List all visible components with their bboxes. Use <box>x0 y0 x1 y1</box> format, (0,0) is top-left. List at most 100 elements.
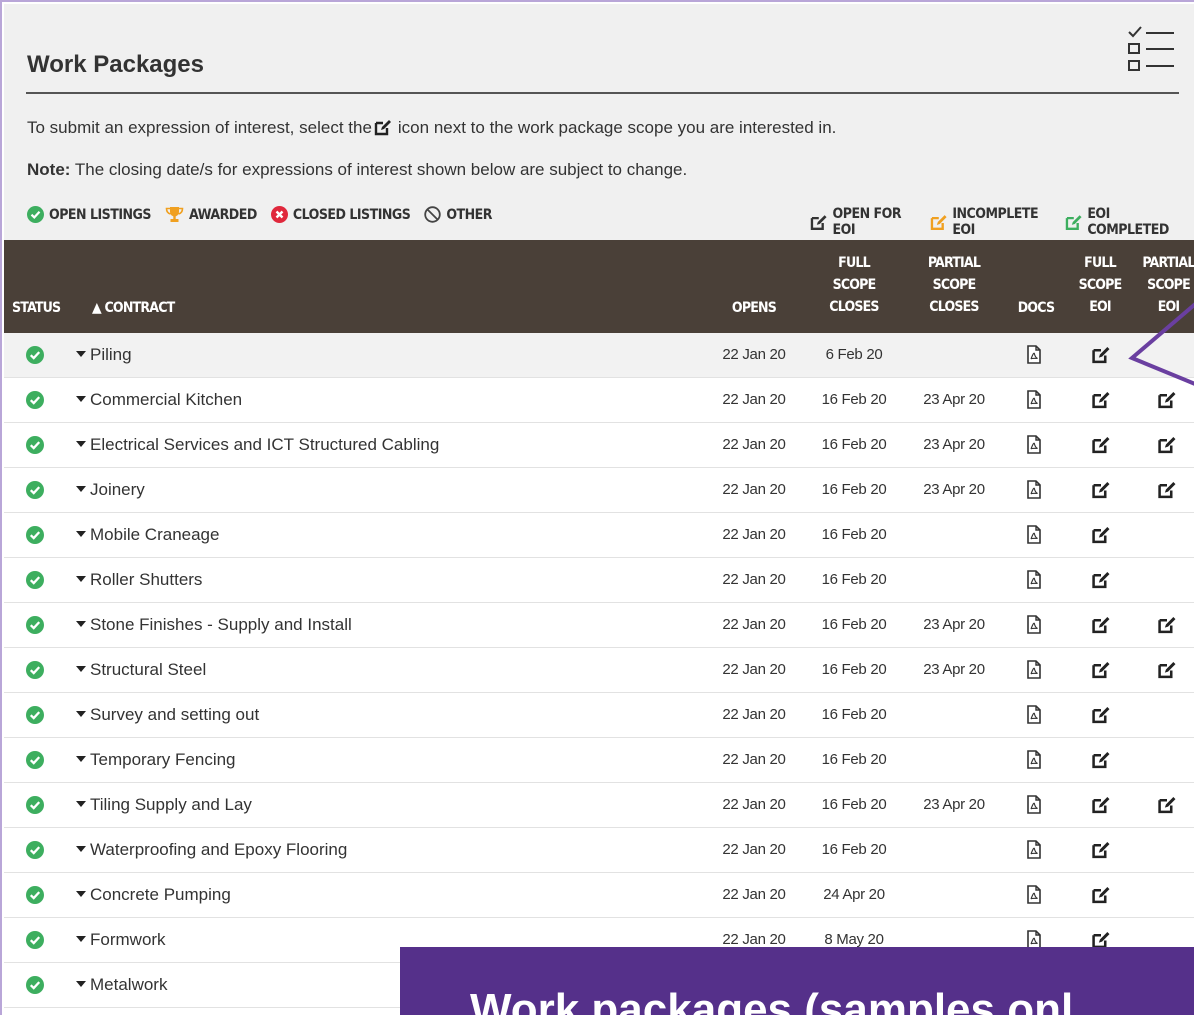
check-circle-icon <box>26 976 44 994</box>
docs-pdf-button[interactable] <box>1026 840 1042 864</box>
pdf-icon <box>1027 750 1041 769</box>
docs-pdf-button[interactable] <box>1026 570 1042 594</box>
caret-down-icon[interactable] <box>76 531 86 537</box>
partial-scope-eoi-button[interactable] <box>1157 796 1177 819</box>
caret-down-icon[interactable] <box>76 891 86 897</box>
caret-down-icon[interactable] <box>76 441 86 447</box>
full-scope-eoi-button[interactable] <box>1091 886 1111 909</box>
legend-open-listings[interactable]: OPEN LISTINGS <box>27 206 151 223</box>
legend-awarded[interactable]: AWARDED <box>165 206 257 223</box>
status-open-icon <box>26 706 44 729</box>
table-row[interactable]: Commercial Kitchen 22 Jan 20 16 Feb 20 23 A… <box>4 378 1194 423</box>
contract-name[interactable]: Metalwork <box>90 975 167 995</box>
contract-name[interactable]: Mobile Craneage <box>90 525 219 545</box>
checklist-icon[interactable] <box>1124 24 1176 76</box>
contract-name[interactable]: Electrical Services and ICT Structured C… <box>90 435 439 455</box>
contract-name[interactable]: Formwork <box>90 930 166 950</box>
col-status[interactable]: STATUS <box>12 297 61 319</box>
contract-name[interactable]: Tiling Supply and Lay <box>90 795 252 815</box>
docs-pdf-button[interactable] <box>1026 705 1042 729</box>
full-scope-eoi-button[interactable] <box>1091 616 1111 639</box>
caret-down-icon[interactable] <box>76 486 86 492</box>
legend-incomplete-eoi[interactable]: INCOMPLETE EOI <box>930 206 1051 238</box>
docs-pdf-button[interactable] <box>1026 615 1042 639</box>
caret-down-icon[interactable] <box>76 576 86 582</box>
full-scope-eoi-button[interactable] <box>1091 751 1111 774</box>
partial-scope-eoi-button[interactable] <box>1157 481 1177 504</box>
full-scope-eoi-button[interactable] <box>1091 706 1111 729</box>
legend-open-for-eoi[interactable]: OPEN FOR EOI <box>810 206 916 238</box>
docs-pdf-button[interactable] <box>1026 660 1042 684</box>
col-contract[interactable]: ▲ CONTRACT <box>92 297 175 319</box>
partial-scope-eoi-button[interactable] <box>1157 436 1177 459</box>
table-row[interactable]: Electrical Services and ICT Structured C… <box>4 423 1194 468</box>
caret-down-icon[interactable] <box>76 621 86 627</box>
contract-name[interactable]: Structural Steel <box>90 660 206 680</box>
caret-down-icon[interactable] <box>76 711 86 717</box>
partial-scope-eoi-button[interactable] <box>1157 661 1177 684</box>
contract-name[interactable]: Stone Finishes - Supply and Install <box>90 615 352 635</box>
docs-pdf-button[interactable] <box>1026 345 1042 369</box>
table-row[interactable]: Tiling Supply and Lay 22 Jan 20 16 Feb 20 2… <box>4 783 1194 828</box>
contract-name[interactable]: Roller Shutters <box>90 570 202 590</box>
docs-pdf-button[interactable] <box>1026 390 1042 414</box>
docs-pdf-button[interactable] <box>1026 480 1042 504</box>
full-scope-eoi-button[interactable] <box>1091 841 1111 864</box>
partial-scope-closes-date: 23 Apr 20 <box>923 616 985 633</box>
pdf-icon <box>1027 345 1041 364</box>
caret-down-icon[interactable] <box>76 981 86 987</box>
col-full-scope-eoi[interactable]: FULL SCOPE EOI <box>1075 252 1125 318</box>
full-scope-eoi-button[interactable] <box>1091 346 1111 369</box>
table-row[interactable]: Roller Shutters 22 Jan 20 16 Feb 20 <box>4 558 1194 603</box>
full-scope-eoi-button[interactable] <box>1091 391 1111 414</box>
caret-down-icon[interactable] <box>76 351 86 357</box>
docs-pdf-button[interactable] <box>1026 885 1042 909</box>
table-row[interactable]: Survey and setting out 22 Jan 20 16 Feb 20 <box>4 693 1194 738</box>
opens-date: 22 Jan 20 <box>722 661 786 678</box>
caret-down-icon[interactable] <box>76 756 86 762</box>
col-opens[interactable]: OPENS <box>716 297 792 319</box>
caret-down-icon[interactable] <box>76 801 86 807</box>
table-row[interactable]: Joinery 22 Jan 20 16 Feb 20 23 Apr 20 <box>4 468 1194 513</box>
docs-pdf-button[interactable] <box>1026 435 1042 459</box>
contract-name[interactable]: Concrete Pumping <box>90 885 231 905</box>
full-scope-eoi-button[interactable] <box>1091 436 1111 459</box>
contract-name[interactable]: Joinery <box>90 480 145 500</box>
table-row[interactable]: Structural Steel 22 Jan 20 16 Feb 20 23 Apr… <box>4 648 1194 693</box>
contract-name[interactable]: Piling <box>90 345 132 365</box>
caret-down-icon[interactable] <box>76 396 86 402</box>
full-scope-eoi-button[interactable] <box>1091 481 1111 504</box>
caret-down-icon[interactable] <box>76 936 86 942</box>
legend-eoi-completed[interactable]: EOI COMPLETED <box>1065 206 1182 238</box>
full-scope-eoi-button[interactable] <box>1091 526 1111 549</box>
legend-closed-listings[interactable]: CLOSED LISTINGS <box>270 206 411 223</box>
edit-icon <box>1092 662 1110 679</box>
docs-pdf-button[interactable] <box>1026 795 1042 819</box>
partial-scope-eoi-button[interactable] <box>1157 616 1177 639</box>
table-row[interactable]: Piling 22 Jan 20 6 Feb 20 <box>4 333 1194 378</box>
table-row[interactable]: Stone Finishes - Supply and Install 22 Ja… <box>4 603 1194 648</box>
col-full-scope-closes[interactable]: FULL SCOPE CLOSES <box>816 252 892 318</box>
table-row[interactable]: Mobile Craneage 22 Jan 20 16 Feb 20 <box>4 513 1194 558</box>
pdf-icon <box>1027 525 1041 544</box>
docs-pdf-button[interactable] <box>1026 525 1042 549</box>
legend-other[interactable]: OTHER <box>424 206 492 223</box>
docs-pdf-button[interactable] <box>1026 750 1042 774</box>
contract-name[interactable]: Temporary Fencing <box>90 750 236 770</box>
full-scope-eoi-button[interactable] <box>1091 661 1111 684</box>
contract-name[interactable]: Commercial Kitchen <box>90 390 242 410</box>
full-scope-eoi-button[interactable] <box>1091 571 1111 594</box>
contract-name[interactable]: Survey and setting out <box>90 705 259 725</box>
edit-icon <box>810 214 827 230</box>
table-row[interactable]: Concrete Pumping 22 Jan 20 24 Apr 20 <box>4 873 1194 918</box>
caret-down-icon[interactable] <box>76 846 86 852</box>
table-row[interactable]: Waterproofing and Epoxy Flooring 22 Jan 2… <box>4 828 1194 873</box>
full-scope-eoi-button[interactable] <box>1091 796 1111 819</box>
caret-down-icon[interactable] <box>76 666 86 672</box>
col-partial-scope-closes[interactable]: PARTIAL SCOPE CLOSES <box>916 252 992 318</box>
col-docs[interactable]: DOCS <box>1011 297 1061 319</box>
contract-name[interactable]: Waterproofing and Epoxy Flooring <box>90 840 347 860</box>
legend-label: EOI COMPLETED <box>1087 206 1169 238</box>
table-row[interactable]: Temporary Fencing 22 Jan 20 16 Feb 20 <box>4 738 1194 783</box>
header-line: SCOPE <box>832 277 877 293</box>
